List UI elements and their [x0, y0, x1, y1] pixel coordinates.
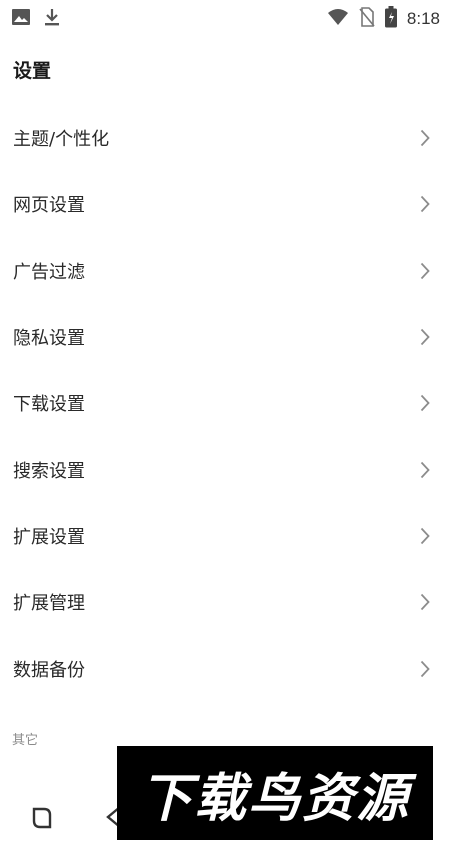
chevron-right-icon — [420, 594, 430, 611]
menu-item-search[interactable]: 搜索设置 — [0, 436, 450, 502]
status-right: 8:18 — [327, 6, 440, 32]
chevron-right-icon — [420, 527, 430, 545]
watermark-banner: 下载鸟资源 — [117, 746, 433, 840]
wifi-icon — [327, 8, 349, 30]
watermark-text: 下载鸟资源 — [139, 768, 410, 829]
menu-item-label: 广告过滤 — [13, 261, 85, 283]
no-sim-icon — [359, 7, 375, 31]
menu-item-label: 主题/个性化 — [13, 129, 110, 151]
chevron-right-icon — [420, 395, 430, 412]
status-time: 8:18 — [406, 9, 440, 28]
chevron-right-icon — [420, 328, 430, 346]
chevron-right-icon — [420, 461, 430, 478]
menu-item-label: 搜索设置 — [13, 460, 85, 482]
menu-item-label: 扩展管理 — [13, 593, 85, 615]
menu-item-download[interactable]: 下载设置 — [0, 370, 450, 436]
chevron-right-icon — [420, 130, 430, 147]
menu-item-data-backup[interactable]: 数据备份 — [0, 635, 450, 701]
menu-item-label: 网页设置 — [13, 195, 85, 217]
menu-item-privacy[interactable]: 隐私设置 — [0, 304, 450, 370]
menu-item-ad-filter[interactable]: 广告过滤 — [0, 238, 450, 304]
status-bar: 8:18 — [0, 0, 450, 34]
menu-item-extension-manage[interactable]: 扩展管理 — [0, 569, 450, 635]
menu-item-theme[interactable]: 主题/个性化 — [0, 105, 450, 171]
image-icon — [12, 9, 30, 29]
chevron-right-icon — [420, 262, 430, 279]
section-label-other: 其它 — [12, 733, 39, 748]
status-left — [12, 8, 60, 30]
page-title: 设置 — [13, 60, 52, 82]
menu-item-label: 下载设置 — [13, 394, 85, 416]
menu-item-web-settings[interactable]: 网页设置 — [0, 171, 450, 237]
menu-item-extension-settings[interactable]: 扩展设置 — [0, 503, 450, 569]
download-icon — [44, 8, 60, 30]
menu-item-label: 扩展设置 — [13, 526, 85, 548]
tabs-icon[interactable] — [30, 806, 54, 834]
chevron-right-icon — [420, 196, 430, 213]
settings-menu: 主题/个性化 网页设置 广告过滤 隐私设置 下载设置 搜索设置 扩展设置 扩展管… — [0, 105, 450, 702]
battery-icon — [384, 6, 397, 32]
menu-item-label: 数据备份 — [13, 659, 85, 681]
chevron-right-icon — [420, 660, 430, 677]
menu-item-label: 隐私设置 — [13, 328, 85, 350]
